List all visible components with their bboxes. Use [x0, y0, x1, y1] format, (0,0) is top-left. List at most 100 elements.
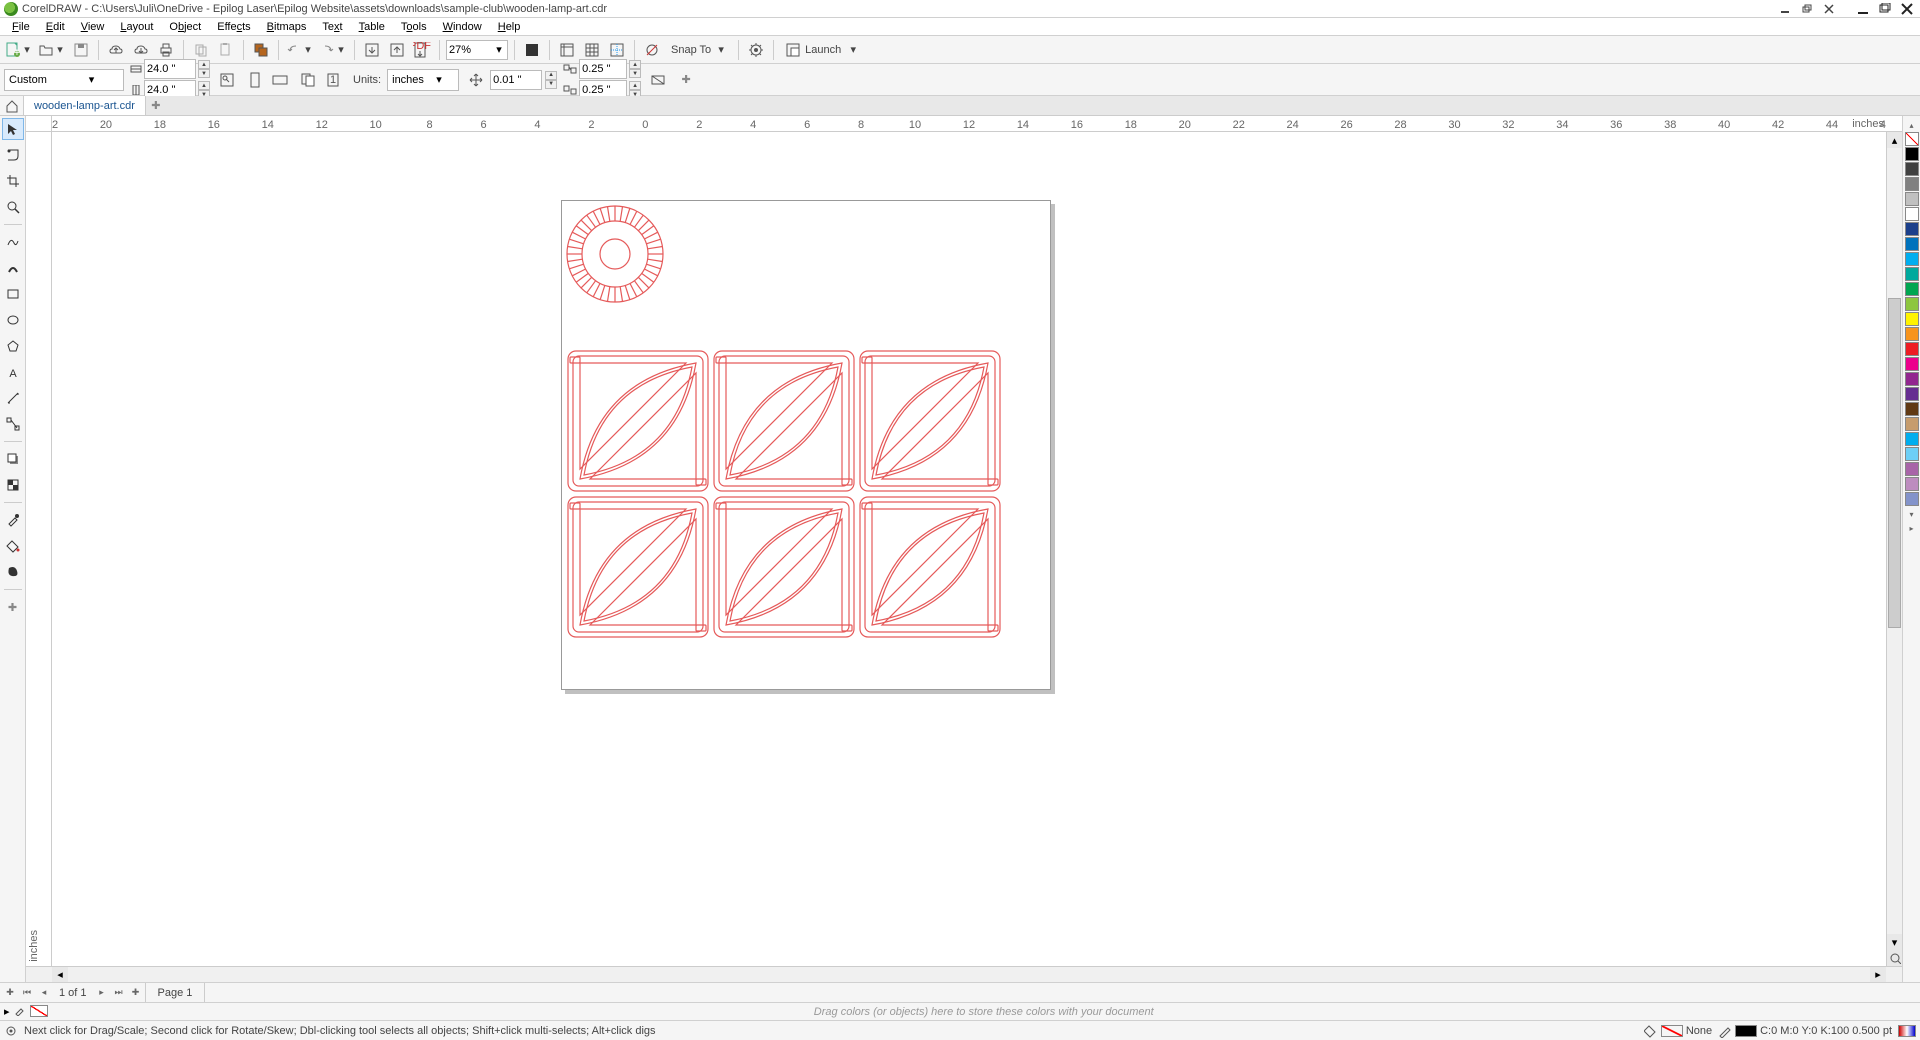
launch-button[interactable]: Launch▾	[780, 39, 864, 61]
swatch-21[interactable]	[1905, 462, 1919, 476]
menu-help[interactable]: Help	[490, 18, 529, 35]
swatch-7[interactable]	[1905, 252, 1919, 266]
auto-fit-button[interactable]	[216, 69, 238, 91]
restore-child-button[interactable]	[1798, 2, 1816, 16]
current-page-button[interactable]: 1	[322, 69, 344, 91]
menu-object[interactable]: Object	[161, 18, 209, 35]
nudge-spin[interactable]: ▲▼	[545, 71, 557, 89]
swatch-19[interactable]	[1905, 432, 1919, 446]
show-guidelines-button[interactable]	[606, 39, 628, 61]
cloud-upload-button[interactable]	[105, 39, 127, 61]
zoom-tool[interactable]	[2, 196, 24, 218]
artistic-media-tool[interactable]	[2, 257, 24, 279]
add-page-button[interactable]: ✚	[2, 985, 18, 1001]
horizontal-ruler[interactable]: inches 222018161412108642024681012141618…	[52, 116, 1886, 132]
document-tab[interactable]: wooden-lamp-art.cdr	[24, 96, 146, 115]
menu-table[interactable]: Table	[351, 18, 393, 35]
maximize-button[interactable]	[1876, 2, 1894, 16]
page-preset-combo[interactable]: Custom▾	[4, 69, 124, 91]
add-page-after-button[interactable]: ✚	[128, 985, 144, 1001]
palette-flyout[interactable]: ▸	[1905, 521, 1919, 535]
paste-button[interactable]	[215, 39, 237, 61]
cloud-download-button[interactable]	[130, 39, 152, 61]
all-pages-button[interactable]	[297, 69, 319, 91]
connector-tool[interactable]	[2, 413, 24, 435]
import-button[interactable]	[361, 39, 383, 61]
nudge-input[interactable]	[493, 74, 541, 86]
swatch-23[interactable]	[1905, 492, 1919, 506]
page-width-spin[interactable]: ▲▼	[198, 60, 210, 78]
freehand-tool[interactable]	[2, 231, 24, 253]
new-button[interactable]: +▾	[4, 39, 34, 61]
transparency-tool[interactable]	[2, 474, 24, 496]
portrait-button[interactable]	[244, 69, 266, 91]
dup-y-input[interactable]	[582, 84, 626, 96]
parallel-dim-tool[interactable]	[2, 387, 24, 409]
close-button[interactable]	[1898, 2, 1916, 16]
minimize-child-button[interactable]	[1776, 2, 1794, 16]
export-button[interactable]	[386, 39, 408, 61]
undo-button[interactable]: ▾	[285, 39, 315, 61]
navigator-button[interactable]	[1887, 950, 1902, 966]
zoom-level-input[interactable]	[449, 44, 493, 56]
swatch-20[interactable]	[1905, 447, 1919, 461]
open-button[interactable]: ▾	[37, 39, 67, 61]
publish-pdf-button[interactable]: PDF	[411, 39, 433, 61]
scroll-left-button[interactable]: ◂	[52, 967, 68, 982]
units-combo[interactable]: inches▾	[387, 69, 459, 91]
swatch-2[interactable]	[1905, 177, 1919, 191]
palette-scroll-up[interactable]: ▴	[1905, 118, 1919, 132]
docpal-eyedropper-button[interactable]	[14, 1004, 26, 1019]
swatch-12[interactable]	[1905, 327, 1919, 341]
swatch-16[interactable]	[1905, 387, 1919, 401]
swatch-14[interactable]	[1905, 357, 1919, 371]
close-child-button[interactable]	[1820, 2, 1838, 16]
horizontal-scrollbar[interactable]: ◂ ▸	[26, 966, 1902, 982]
clone-button[interactable]	[250, 39, 272, 61]
vertical-ruler[interactable]: inches	[26, 132, 52, 966]
snap-off-button[interactable]	[641, 39, 663, 61]
menu-bitmaps[interactable]: Bitmaps	[259, 18, 315, 35]
first-page-button[interactable]: ⏮	[19, 985, 35, 1001]
menu-tools[interactable]: Tools	[393, 18, 435, 35]
menu-layout[interactable]: Layout	[112, 18, 161, 35]
welcome-tab-button[interactable]	[0, 96, 24, 115]
treat-as-filled-button[interactable]	[647, 69, 669, 91]
swatch-15[interactable]	[1905, 372, 1919, 386]
outline-indicator[interactable]: C:0 M:0 Y:0 K:100 0.500 pt	[1718, 1024, 1892, 1038]
eyedropper-tool[interactable]	[2, 509, 24, 531]
page-width-input[interactable]	[147, 63, 195, 75]
swatch-22[interactable]	[1905, 477, 1919, 491]
redo-button[interactable]: ▾	[318, 39, 348, 61]
swatch-0[interactable]	[1905, 147, 1919, 161]
page-tab[interactable]: Page 1	[145, 983, 206, 1002]
vertical-scrollbar[interactable]: ▴ ▾	[1886, 132, 1902, 966]
dup-x-spin[interactable]: ▲▼	[629, 60, 641, 78]
swatch-17[interactable]	[1905, 402, 1919, 416]
scroll-up-button[interactable]: ▴	[1887, 132, 1902, 148]
swatch-5[interactable]	[1905, 222, 1919, 236]
polygon-tool[interactable]	[2, 335, 24, 357]
swatch-10[interactable]	[1905, 297, 1919, 311]
prev-page-button[interactable]: ◂	[36, 985, 52, 1001]
minimize-button[interactable]	[1854, 2, 1872, 16]
landscape-button[interactable]	[269, 69, 291, 91]
swatch-6[interactable]	[1905, 237, 1919, 251]
shape-tool[interactable]	[2, 144, 24, 166]
add-preset-button[interactable]: ✚	[675, 69, 697, 91]
vertical-scroll-thumb[interactable]	[1888, 298, 1901, 628]
page-height-input[interactable]	[147, 84, 195, 96]
fullscreen-preview-button[interactable]	[521, 39, 543, 61]
swatch-13[interactable]	[1905, 342, 1919, 356]
canvas[interactable]	[52, 132, 1886, 966]
last-page-button[interactable]: ⏭	[111, 985, 127, 1001]
smart-fill-tool[interactable]	[2, 561, 24, 583]
options-button[interactable]	[745, 39, 767, 61]
menu-view[interactable]: View	[73, 18, 113, 35]
copy-button[interactable]	[190, 39, 212, 61]
swatch-1[interactable]	[1905, 162, 1919, 176]
menu-window[interactable]: Window	[435, 18, 490, 35]
fill-indicator[interactable]: None	[1644, 1024, 1712, 1038]
swatch-3[interactable]	[1905, 192, 1919, 206]
text-tool[interactable]: A	[2, 361, 24, 383]
